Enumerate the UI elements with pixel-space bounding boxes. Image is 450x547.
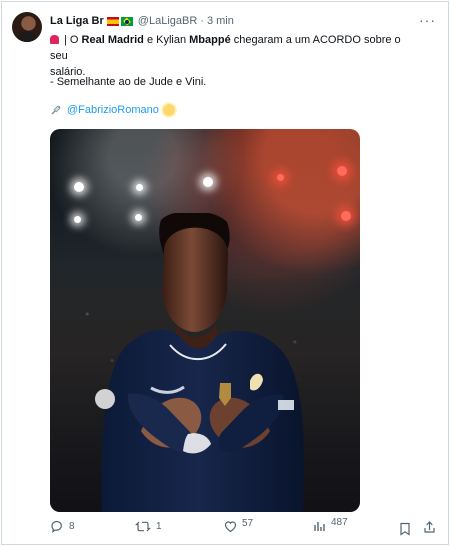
stadium-red-light	[337, 166, 347, 176]
bookmark-icon[interactable]	[399, 522, 411, 536]
reply-icon	[51, 520, 62, 533]
retweet-count: 1	[156, 521, 162, 532]
spain-flag-icon	[106, 16, 119, 26]
avatar[interactable]	[12, 12, 42, 42]
sun-icon	[162, 104, 175, 116]
like-count: 57	[242, 517, 254, 529]
stadium-light	[203, 177, 213, 187]
siren-icon	[50, 35, 59, 44]
stadium-light	[136, 184, 143, 191]
stadium-light	[74, 216, 81, 223]
author-handle[interactable]: @LaLigaBR	[138, 15, 197, 27]
author-name[interactable]: La Liga Br	[50, 15, 104, 27]
share-icon[interactable]	[423, 520, 436, 534]
like-action[interactable]: 57	[224, 517, 254, 533]
mention-link[interactable]: @FabrizioRomano	[67, 104, 159, 116]
tweet-header: La Liga Br @LaLigaBR · 3 min	[50, 13, 428, 29]
text-mbappe: Mbappé	[189, 34, 231, 46]
heart-icon	[224, 521, 237, 533]
reply-count: 8	[69, 521, 75, 532]
text-prefix: | O	[64, 34, 82, 46]
views-action[interactable]: 487	[313, 517, 348, 533]
stadium-light	[74, 182, 84, 192]
text-real-madrid: Real Madrid	[81, 34, 144, 46]
brazil-flag-icon	[120, 16, 133, 26]
text-middle-1: e Kylian	[143, 34, 190, 46]
views-icon	[314, 522, 325, 531]
tweet-text-line-2: - Semelhante ao de Jude e Vini.	[50, 76, 207, 88]
player-image	[95, 213, 304, 512]
retweet-action[interactable]: 1	[135, 520, 162, 533]
syringe-icon	[51, 105, 61, 115]
retweet-icon	[135, 521, 151, 532]
timestamp[interactable]: 3 min	[207, 15, 234, 27]
views-count: 487	[331, 517, 348, 528]
tweet-text: | O Real Madrid e Kylian Mbappé chegaram…	[50, 32, 420, 80]
tweet-card: La Liga Br @LaLigaBR · 3 min ··· | O Rea…	[1, 1, 449, 545]
stadium-red-light	[341, 211, 351, 221]
more-options-button[interactable]: ···	[419, 12, 436, 28]
stadium-red-light	[277, 174, 284, 181]
reply-action[interactable]: 8	[50, 520, 75, 533]
mention-row: @FabrizioRomano	[50, 104, 175, 116]
tweet-photo[interactable]	[50, 129, 360, 512]
separator: ·	[200, 15, 204, 27]
